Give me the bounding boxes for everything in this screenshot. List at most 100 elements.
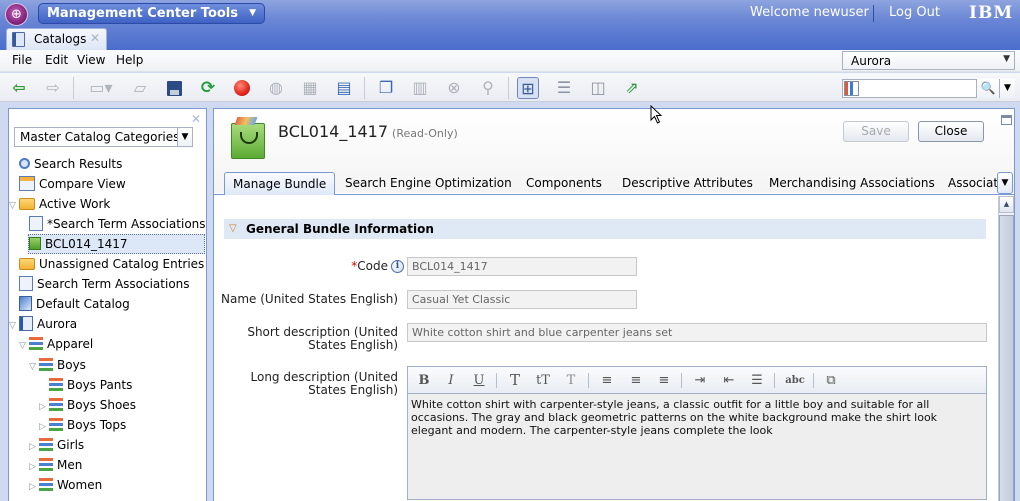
export-icon[interactable]: ⇗ <box>621 77 643 99</box>
bullet-list-icon[interactable]: ☰ <box>748 372 766 389</box>
font-size-icon[interactable]: tT <box>534 372 552 389</box>
tab-manage-bundle[interactable]: Manage Bundle <box>224 172 336 195</box>
explorer-view-selector[interactable]: Master Catalog Categories ▼ <box>14 127 193 147</box>
editor-tabs: Manage Bundle Search Engine Optimization… <box>214 172 1014 195</box>
save-button[interactable]: Save <box>843 121 909 142</box>
refresh-icon[interactable]: ⟳ <box>197 77 219 99</box>
open-icon[interactable]: ▱ <box>129 77 151 99</box>
paste-icon[interactable]: ▥ <box>409 77 431 99</box>
monitor-icon[interactable]: ▤ <box>333 77 355 99</box>
save-icon[interactable] <box>163 77 185 99</box>
collapse-triangle-icon[interactable]: ▷ <box>29 437 39 457</box>
tree-item[interactable]: Unassigned Catalog Entries <box>19 254 204 274</box>
tree-item[interactable]: Search Results <box>19 154 122 174</box>
expand-triangle-icon[interactable]: ▽ <box>19 336 29 356</box>
menu-help[interactable]: Help <box>116 53 143 67</box>
bold-icon[interactable]: B <box>415 372 433 389</box>
expand-triangle-icon[interactable]: ▽ <box>9 196 19 216</box>
menu-view[interactable]: View <box>77 53 105 67</box>
tree-item[interactable]: ▽ Apparel <box>19 334 93 354</box>
tree-item[interactable]: ▽ Boys <box>29 355 86 375</box>
vertical-scrollbar[interactable]: ▲ <box>998 196 1014 501</box>
menu-edit[interactable]: Edit <box>45 53 68 67</box>
bundle-icon <box>29 237 41 251</box>
back-arrow-icon[interactable]: ⇦ <box>8 77 30 99</box>
globe-icon[interactable]: ◍ <box>265 77 287 99</box>
tab-overflow-chevron-icon[interactable]: ▼ <box>997 172 1013 194</box>
tree-item[interactable]: Compare View <box>19 174 126 194</box>
menu-file[interactable]: File <box>12 53 32 67</box>
section-header-general-bundle-information[interactable]: ▽ General Bundle Information <box>224 219 986 239</box>
tree-item[interactable]: *Search Term Associations <box>29 214 206 234</box>
new-object-icon[interactable]: ▭▾ <box>86 77 116 99</box>
chevron-down-icon: ▼ <box>1003 54 1010 64</box>
tree-item[interactable]: ▷ Boys Tops <box>39 415 126 435</box>
tree-item[interactable]: BCL014_1417 <box>28 234 205 255</box>
close-icon[interactable]: ✕ <box>191 112 201 126</box>
tree-item[interactable]: ▷ Boys Shoes <box>39 395 136 415</box>
short-description-field[interactable]: White cotton shirt and blue carpenter je… <box>407 323 987 342</box>
horizontal-layout-icon[interactable]: ☰ <box>553 77 575 99</box>
tree-view-icon[interactable]: ⊞ <box>517 77 539 99</box>
tree-item-label: Boys Tops <box>67 417 127 432</box>
underline-icon[interactable]: U <box>470 372 488 389</box>
scroll-up-icon[interactable]: ▲ <box>999 196 1014 213</box>
outdent-icon[interactable]: ⇤ <box>720 372 738 389</box>
tab-search-engine-optimization[interactable]: Search Engine Optimization <box>345 172 512 195</box>
delete-icon[interactable]: ⊗ <box>443 77 465 99</box>
search-input[interactable] <box>862 80 974 97</box>
close-icon[interactable]: ✕ <box>90 31 100 45</box>
tree-item[interactable]: ▷ Men <box>29 455 82 475</box>
find-references-icon[interactable]: ⚲ <box>477 77 499 99</box>
indent-icon[interactable]: ⇥ <box>691 372 709 389</box>
management-center-tools-menu[interactable]: Management Center Tools ▼ <box>38 3 265 24</box>
tab-components[interactable]: Components <box>526 172 602 195</box>
scrollbar-thumb[interactable] <box>999 215 1014 501</box>
store-selector[interactable]: Aurora ▼ <box>842 51 1015 70</box>
long-description-editor: B I U T tT T ≡ ≡ ≡ ⇥ ⇤ ☰ abc ⧉ White cot… <box>407 366 987 500</box>
globe-logo-icon[interactable]: ⊕ <box>5 3 28 26</box>
text-color-icon[interactable]: T <box>562 372 580 389</box>
copy-icon[interactable]: ❐ <box>375 77 397 99</box>
tree-item[interactable]: ▷ Girls <box>29 435 84 455</box>
report-icon[interactable]: ▦ <box>299 77 321 99</box>
tab-merchandising-associations[interactable]: Merchandising Associations <box>769 172 935 195</box>
font-icon[interactable]: T <box>506 372 524 389</box>
forward-arrow-icon[interactable]: ⇨ <box>42 77 64 99</box>
search-icon[interactable]: 🔍 <box>976 79 999 98</box>
vertical-layout-icon[interactable]: ◫ <box>587 77 609 99</box>
tab-catalogs[interactable]: Catalogs ✕ <box>6 28 107 50</box>
expand-triangle-icon[interactable]: ▽ <box>9 316 19 336</box>
align-right-icon[interactable]: ≡ <box>655 372 673 389</box>
collapse-triangle-icon[interactable]: ▷ <box>29 477 39 497</box>
collapse-triangle-icon[interactable]: ▷ <box>39 397 49 417</box>
toolbar-separator <box>588 373 589 388</box>
italic-icon[interactable]: I <box>442 372 460 389</box>
tree-item[interactable]: ▷ Women <box>29 475 102 495</box>
collapse-triangle-icon[interactable]: ▷ <box>29 457 39 477</box>
spellcheck-icon[interactable]: abc <box>784 372 806 389</box>
catalog-filter-icon[interactable] <box>844 81 859 96</box>
logout-link[interactable]: Log Out <box>889 5 940 20</box>
folder-icon <box>19 257 35 270</box>
expand-triangle-icon[interactable]: ▽ <box>29 357 39 377</box>
tab-descriptive-attributes[interactable]: Descriptive Attributes <box>622 172 753 195</box>
close-button[interactable]: Close <box>918 121 984 142</box>
collapse-triangle-icon[interactable]: ▷ <box>39 417 49 437</box>
tree-item[interactable]: ▽ Active Work <box>9 194 110 214</box>
align-left-icon[interactable]: ≡ <box>598 372 616 389</box>
chevron-down-icon[interactable]: ▼ <box>999 79 1015 98</box>
stop-icon[interactable] <box>231 77 253 99</box>
tree-item[interactable]: ▽ Aurora <box>9 314 77 334</box>
tree-item[interactable]: Search Term Associations <box>19 274 190 294</box>
long-description-text[interactable]: White cotton shirt with carpenter-style … <box>411 398 981 437</box>
tree-item[interactable]: Default Catalog <box>19 294 130 314</box>
maximize-icon[interactable] <box>1001 115 1012 125</box>
code-field[interactable]: BCL014_1417 <box>407 257 637 276</box>
tree-item[interactable]: Boys Pants <box>49 375 132 395</box>
info-icon[interactable]: i <box>391 260 404 273</box>
source-view-icon[interactable]: ⧉ <box>822 372 840 389</box>
name-field[interactable]: Casual Yet Classic <box>407 290 637 309</box>
align-center-icon[interactable]: ≡ <box>627 372 645 389</box>
bundle-icon <box>231 123 265 159</box>
